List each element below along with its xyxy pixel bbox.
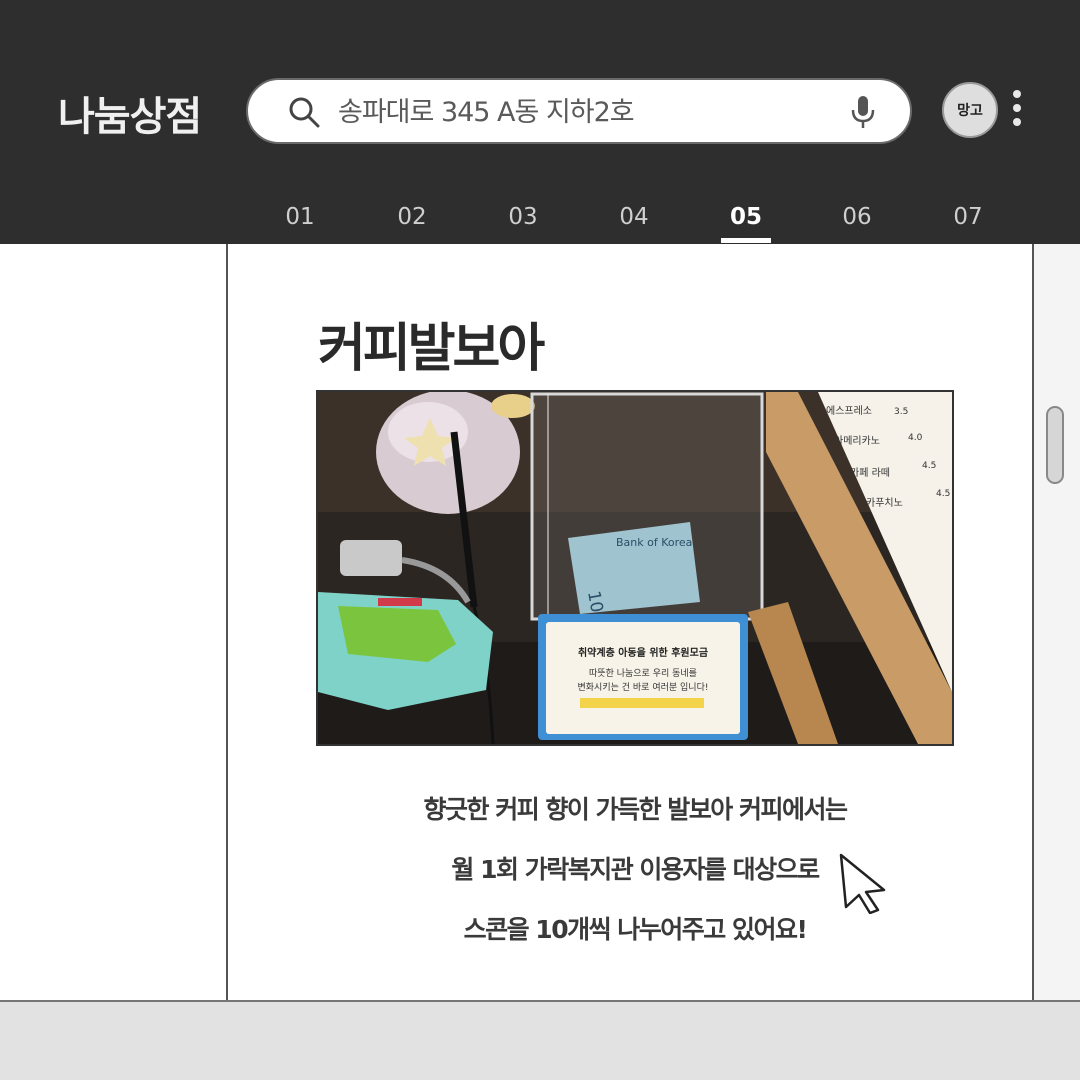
tab-05[interactable]: 05 [716,204,776,230]
search-bar[interactable] [246,78,912,144]
page-title: 커피발보아 [318,319,545,379]
top-app-bar: 나눔상점 망고 01 02 03 04 05 06 07 [0,0,1080,244]
menu-item-1: 에스프레소 [826,405,872,417]
menu-item-2: 아메리카노 [834,435,880,447]
caption-line-3: 스콘을 10개씩 나누어주고 있어요! [463,915,808,944]
tab-03[interactable]: 03 [493,204,553,230]
search-icon[interactable] [286,94,322,130]
menu-price-2: 4.0 [908,433,923,443]
menu-item-3: 카페 라떼 [850,467,890,479]
tab-02[interactable]: 02 [382,204,442,230]
bottom-bar [0,1000,1080,1080]
card-line-3: 변화시키는 건 바로 여러분 입니다! [578,681,709,693]
cursor-icon [839,853,886,914]
active-tab-indicator [721,238,771,243]
menu-item-4: 카푸치노 [866,497,903,509]
donation-box-photo: 1000 won Bank of Korea 취약계층 아동을 위한 후원모금 … [316,390,954,746]
bank-text: Bank of Korea [616,536,692,549]
app-title: 나눔상점 [58,94,202,140]
tab-bar: 01 02 03 04 05 06 07 [0,200,1080,244]
card-line-2: 따뜻한 나눔으로 우리 동네를 [589,668,697,679]
search-input[interactable] [338,90,818,134]
avatar[interactable]: 망고 [942,82,998,138]
tab-04[interactable]: 04 [604,204,664,230]
caption-line-1: 향긋한 커피 향이 가득한 발보아 커피에서는 [423,795,848,824]
tab-07[interactable]: 07 [938,204,998,230]
menu-price-4: 4.5 [936,489,950,499]
tab-01[interactable]: 01 [270,204,330,230]
kebab-menu-icon[interactable] [1008,90,1026,132]
menu-price-1: 3.5 [894,407,908,417]
menu-price-3: 4.5 [922,461,936,471]
mic-icon[interactable] [848,94,878,130]
tab-06[interactable]: 06 [827,204,887,230]
card-line-1: 취약계층 아동을 위한 후원모금 [578,646,708,659]
scrollbar-track[interactable] [1034,244,1080,1001]
scrollbar-thumb[interactable] [1046,406,1064,484]
